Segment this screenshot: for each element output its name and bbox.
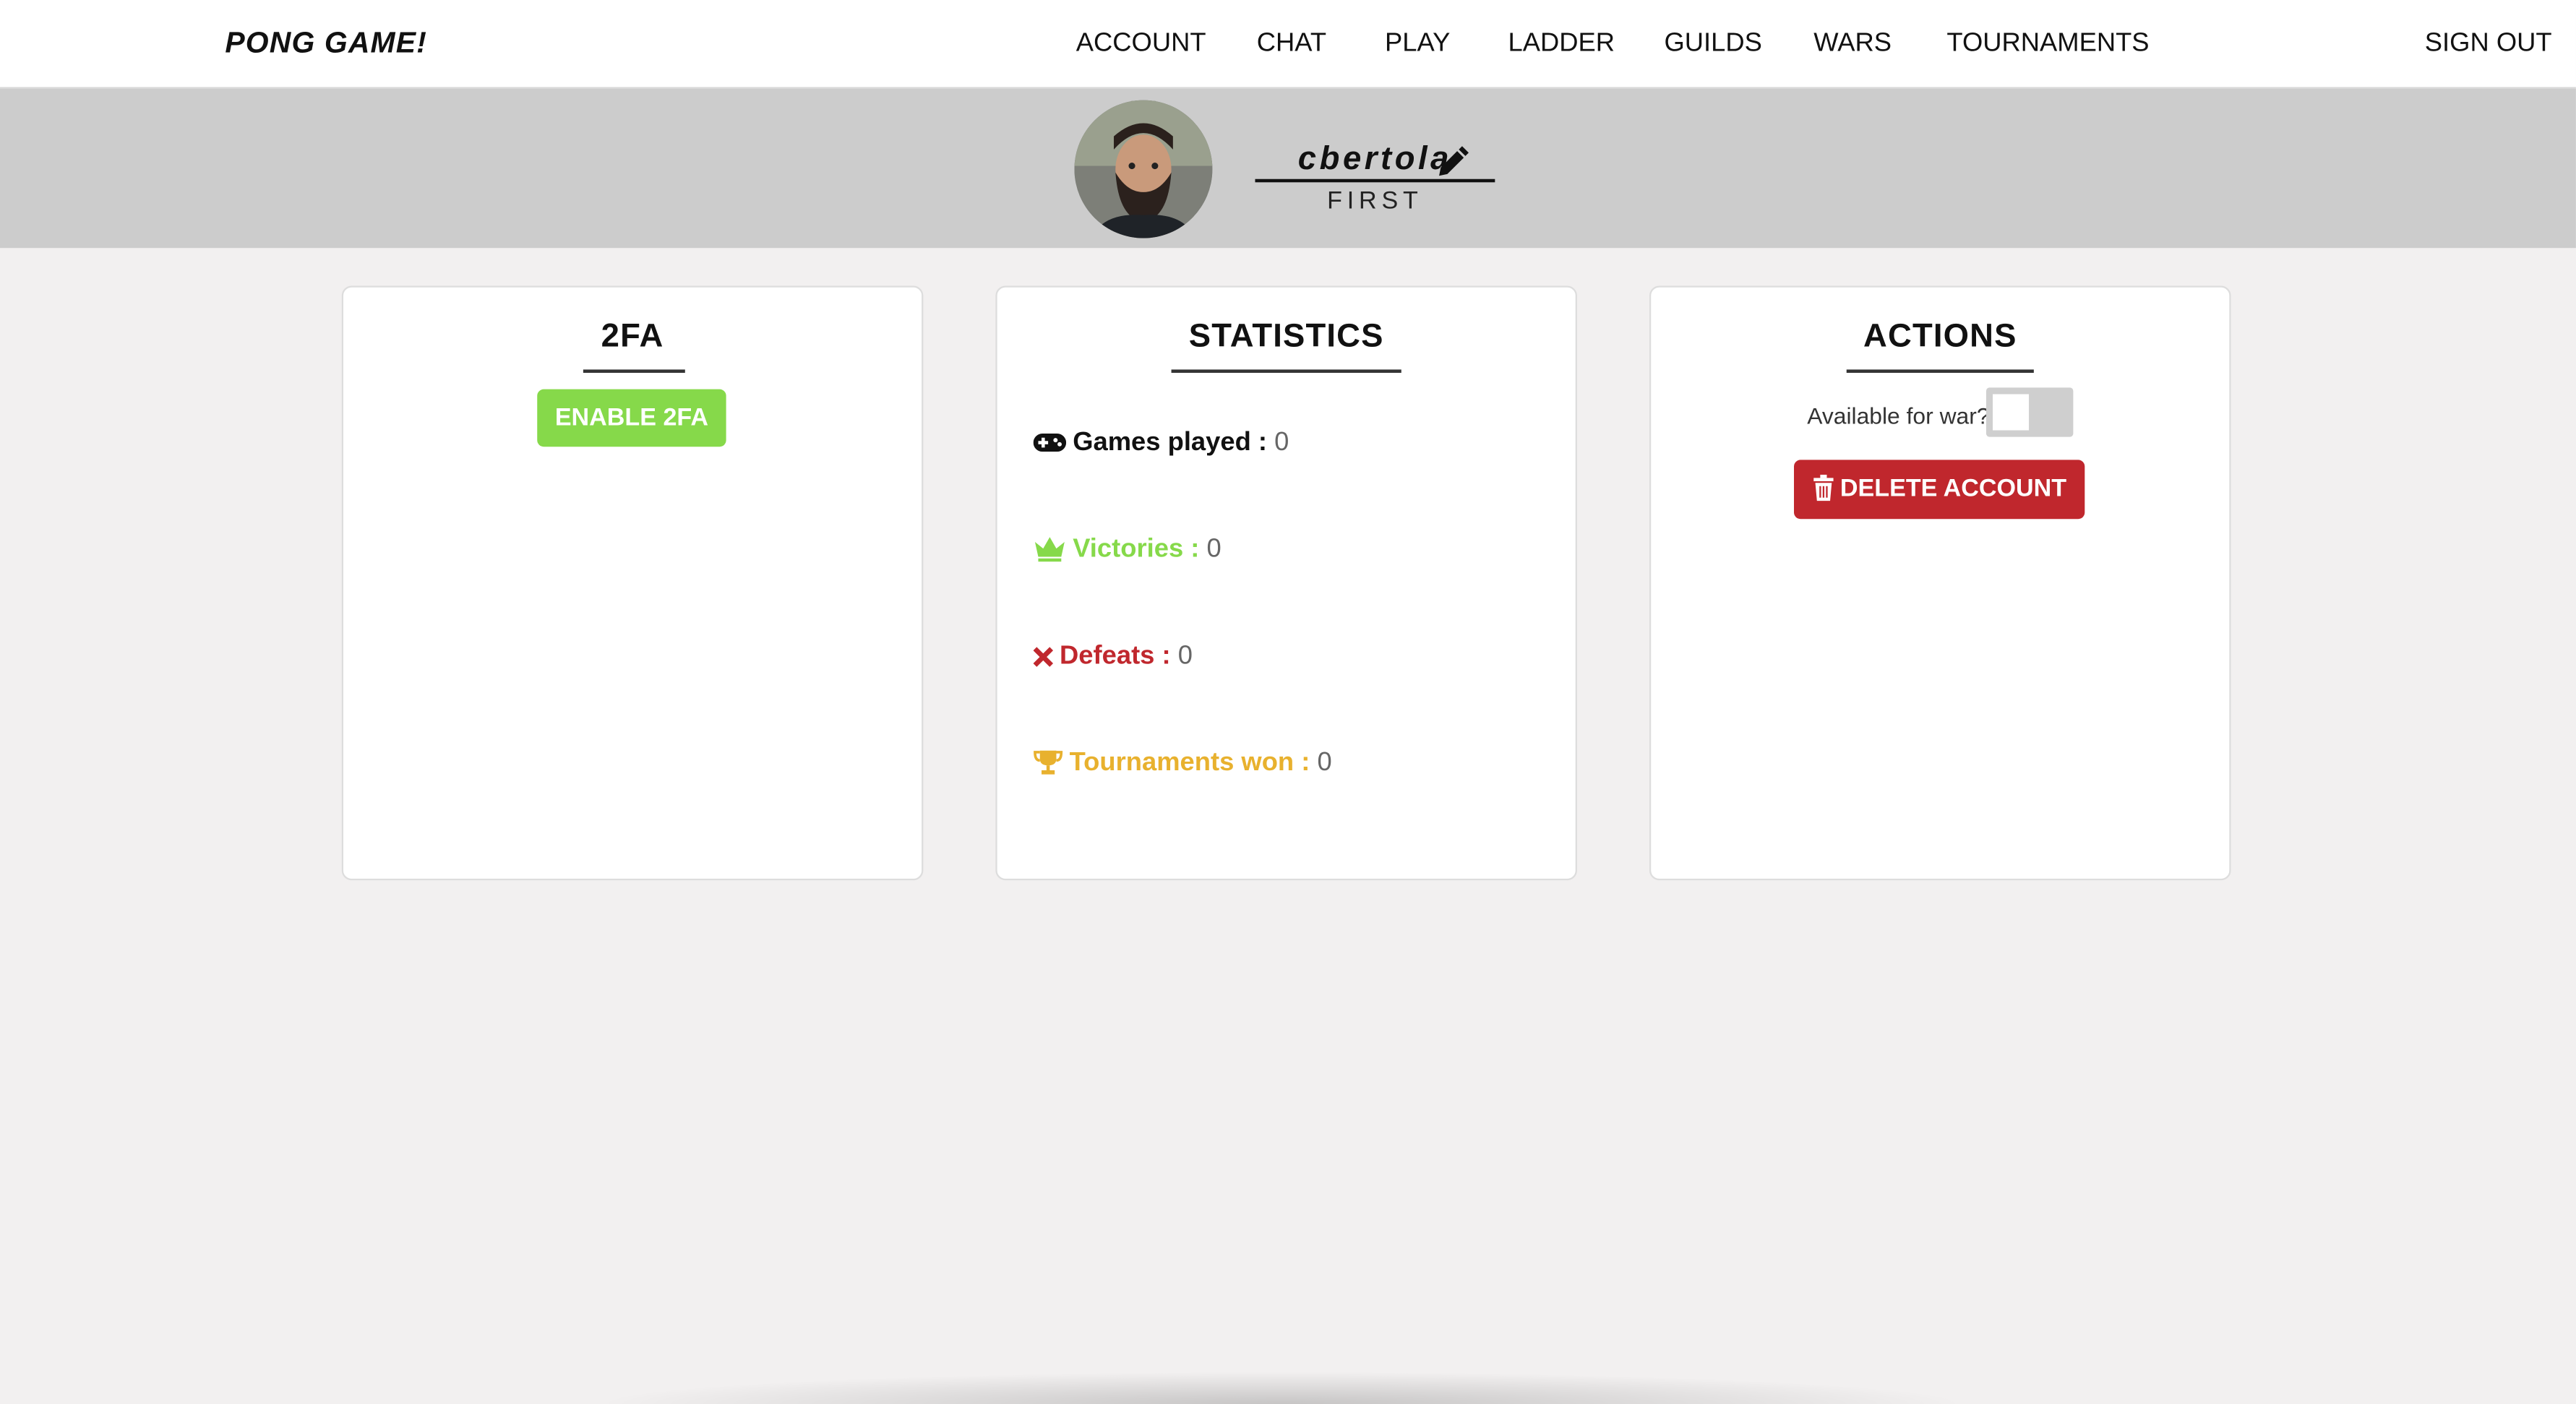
bottom-shadow: [591, 1371, 1972, 1404]
defeats-label: Defeats :: [1060, 642, 1171, 671]
statistics-card: STATISTICS Games played : 0 Victories : …: [995, 285, 1577, 881]
nav-wars[interactable]: WARS: [1813, 30, 1892, 59]
avatar: [1074, 100, 1213, 238]
twofa-title-rule: [583, 369, 685, 373]
gamepad-icon: [1033, 434, 1067, 452]
nav-guilds[interactable]: GUILDS: [1664, 30, 1761, 59]
nav-account[interactable]: ACCOUNT: [1076, 30, 1206, 59]
nav-ladder[interactable]: LADDER: [1508, 30, 1615, 59]
actions-title-rule: [1846, 369, 2034, 373]
trophy-icon: [1034, 750, 1063, 775]
tournaments-won-label: Tournaments won :: [1069, 749, 1310, 778]
games-played-label: Games played :: [1073, 428, 1268, 457]
brand-logo-text[interactable]: PONG GAME!: [225, 26, 427, 61]
tournaments-won-value: 0: [1317, 749, 1332, 778]
nav-play[interactable]: PLAY: [1385, 30, 1450, 59]
stat-games-played: Games played : 0: [1033, 428, 1289, 458]
stat-victories: Victories : 0: [1034, 535, 1222, 565]
username-underline: [1255, 178, 1495, 183]
delete-account-label: DELETE ACCOUNT: [1839, 474, 2067, 503]
user-avatar-icon: [1074, 100, 1213, 238]
war-availability-label: Available for war?: [1807, 402, 1990, 429]
toggle-knob: [1993, 394, 2030, 431]
statistics-title: STATISTICS: [1188, 318, 1384, 355]
twofa-card: 2FA ENABLE 2FA: [341, 285, 924, 881]
nav-tournaments[interactable]: TOURNAMENTS: [1946, 30, 2149, 59]
trash-icon: [1813, 474, 1834, 501]
victories-label: Victories :: [1073, 535, 1200, 564]
twofa-title: 2FA: [601, 318, 664, 355]
stat-defeats: Defeats : 0: [1033, 642, 1193, 672]
stat-tournaments-won: Tournaments won : 0: [1034, 749, 1332, 778]
sign-out-link[interactable]: SIGN OUT: [2425, 30, 2552, 59]
rank-label: FIRST: [1327, 187, 1423, 215]
top-navbar: PONG GAME! ACCOUNT CHAT PLAY LADDER GUIL…: [0, 0, 2576, 89]
delete-account-button[interactable]: DELETE ACCOUNT: [1794, 460, 2085, 520]
crown-icon: [1034, 537, 1065, 562]
statistics-title-rule: [1171, 369, 1401, 373]
victories-value: 0: [1206, 535, 1222, 564]
war-availability-toggle[interactable]: [1985, 387, 2074, 437]
actions-title: ACTIONS: [1863, 318, 2017, 355]
games-played-value: 0: [1274, 428, 1289, 457]
enable-2fa-button[interactable]: ENABLE 2FA: [537, 389, 726, 447]
username: cbertola: [1297, 141, 1453, 178]
defeats-value: 0: [1177, 642, 1193, 671]
nav-chat[interactable]: CHAT: [1257, 30, 1326, 59]
actions-card: ACTIONS Available for war? DELETE ACCOUN…: [1649, 285, 2231, 881]
username-block: cbertola: [1255, 141, 1495, 183]
pencil-icon[interactable]: [1436, 146, 1469, 178]
cross-icon: [1033, 647, 1054, 667]
